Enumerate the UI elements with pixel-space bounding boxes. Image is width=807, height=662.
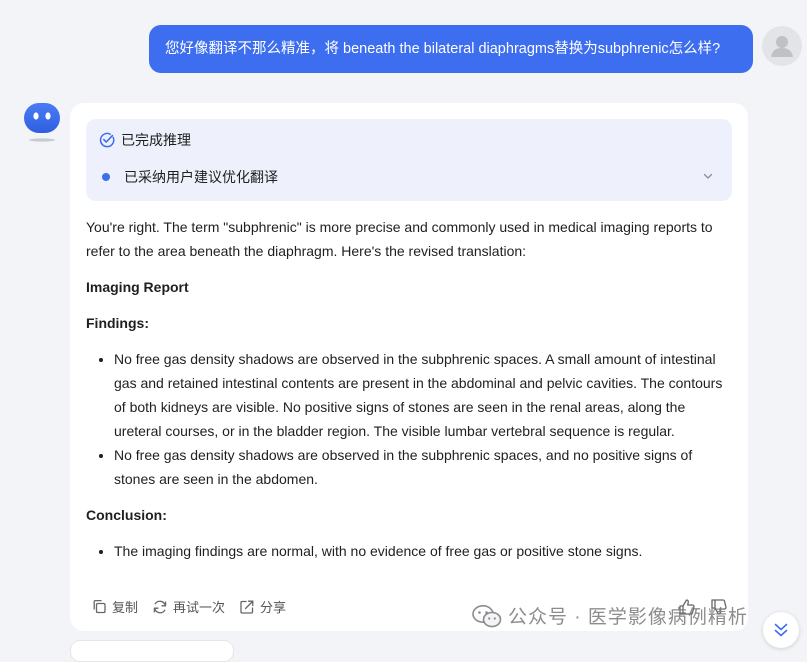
robot-icon xyxy=(24,103,60,142)
conclusion-list: The imaging findings are normal, with no… xyxy=(86,539,732,563)
findings-item: No free gas density shadows are observed… xyxy=(114,443,732,491)
reasoning-title-text: 已完成推理 xyxy=(121,132,191,148)
step-dot-icon xyxy=(102,173,110,181)
assistant-response-card: 已完成推理 已采纳用户建议优化翻译 You're right. The term… xyxy=(70,103,748,631)
assistant-avatar xyxy=(22,100,62,144)
reasoning-step-text: 已采纳用户建议优化翻译 xyxy=(124,169,278,185)
reasoning-title: 已完成推理 xyxy=(99,129,191,151)
report-title: Imaging Report xyxy=(86,279,189,295)
findings-heading: Findings: xyxy=(86,315,149,331)
user-avatar[interactable] xyxy=(762,26,802,66)
copy-button[interactable]: 复制 xyxy=(92,597,138,616)
user-message-bubble: 您好像翻译不那么精准，将 beneath the bilateral diaph… xyxy=(149,25,753,73)
share-icon xyxy=(240,600,254,614)
response-actions: 复制 再试一次 分享 xyxy=(92,597,300,616)
refresh-icon xyxy=(153,600,167,613)
conclusion-heading: Conclusion: xyxy=(86,507,167,523)
copy-label: 复制 xyxy=(112,600,139,615)
response-intro: You're right. The term "subphrenic" is m… xyxy=(86,219,713,259)
user-icon xyxy=(771,36,793,57)
conclusion-item: The imaging findings are normal, with no… xyxy=(114,539,732,563)
retry-label: 再试一次 xyxy=(173,600,226,615)
user-message-text: 您好像翻译不那么精准，将 beneath the bilateral diaph… xyxy=(165,41,721,57)
retry-button[interactable]: 再试一次 xyxy=(152,597,225,616)
findings-list: No free gas density shadows are observed… xyxy=(86,347,732,491)
copy-icon xyxy=(93,599,106,614)
share-label: 分享 xyxy=(260,600,287,615)
share-button[interactable]: 分享 xyxy=(239,597,286,616)
watermark-text: 公众号 · 医学影像病例精析 xyxy=(508,607,748,628)
reasoning-step: 已采纳用户建议优化翻译 xyxy=(99,166,278,188)
bottom-card-edge xyxy=(70,640,234,662)
watermark: 公众号 · 医学影像病例精析 xyxy=(472,602,748,629)
double-chevron-down-icon xyxy=(774,623,788,637)
response-content: You're right. The term "subphrenic" is m… xyxy=(86,215,732,575)
check-circle-icon xyxy=(99,132,115,148)
reasoning-panel[interactable]: 已完成推理 已采纳用户建议优化翻译 xyxy=(86,119,732,201)
scroll-to-bottom-button[interactable] xyxy=(763,612,799,648)
findings-item: No free gas density shadows are observed… xyxy=(114,347,732,443)
chevron-down-icon[interactable] xyxy=(702,170,714,182)
wechat-icon xyxy=(472,604,502,627)
